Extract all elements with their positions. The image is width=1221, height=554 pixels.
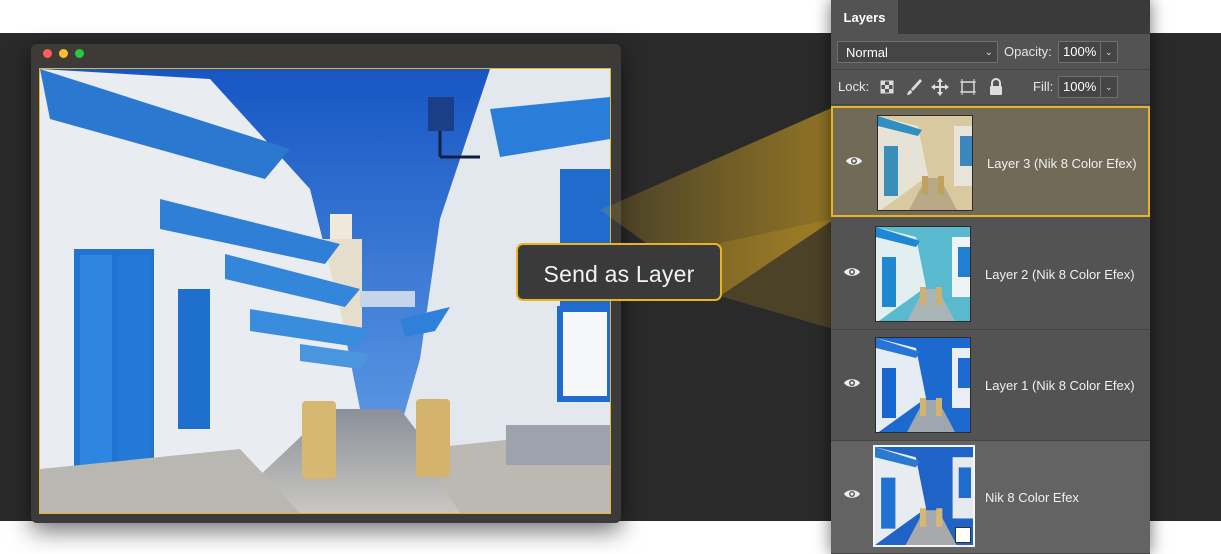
close-window-button[interactable] — [43, 49, 52, 58]
layer-thumbnail — [875, 226, 971, 322]
fill-value: 100% — [1063, 79, 1097, 94]
opacity-value: 100% — [1063, 44, 1097, 59]
layer-thumbnail — [877, 115, 973, 211]
layer-row[interactable]: Nik 8 Color Efex — [831, 441, 1150, 554]
zoom-window-button[interactable] — [75, 49, 84, 58]
eye-icon[interactable] — [843, 265, 861, 279]
eye-icon[interactable] — [843, 487, 861, 501]
lock-artboard-icon[interactable] — [957, 76, 979, 98]
layer-name: Layer 2 (Nik 8 Color Efex) — [985, 267, 1135, 282]
layers-panel: Layers Normal ⌄ Opacity: 100% ⌄ Lock: Fi… — [831, 0, 1150, 554]
layer-thumbnail — [873, 445, 975, 547]
blend-mode-select[interactable]: Normal ⌄ — [837, 41, 998, 63]
layer-name: Nik 8 Color Efex — [985, 490, 1079, 505]
send-as-layer-button[interactable]: Send as Layer — [516, 243, 722, 301]
layer-row[interactable]: Layer 3 (Nik 8 Color Efex) — [831, 106, 1150, 217]
eye-icon[interactable] — [843, 376, 861, 390]
blend-mode-value: Normal — [846, 45, 888, 60]
layer-name: Layer 3 (Nik 8 Color Efex) — [987, 156, 1137, 171]
window-titlebar — [31, 44, 621, 63]
chevron-down-icon: ⌄ — [984, 47, 993, 58]
fill-field[interactable]: 100% ⌄ — [1058, 76, 1118, 98]
lock-fill-row: Lock: Fill: 100% ⌄ — [831, 70, 1150, 105]
lock-transparent-pixels-icon[interactable] — [877, 76, 899, 98]
tab-layers[interactable]: Layers — [831, 0, 898, 34]
panel-tabbar: Layers — [831, 0, 1150, 34]
smart-object-icon — [955, 527, 971, 543]
opacity-field[interactable]: 100% ⌄ — [1058, 41, 1118, 63]
lock-all-icon[interactable] — [985, 76, 1007, 98]
lock-position-icon[interactable] — [929, 76, 951, 98]
fill-label: Fill: — [1033, 79, 1054, 94]
fill-dropdown[interactable]: ⌄ — [1100, 76, 1118, 98]
minimize-window-button[interactable] — [59, 49, 68, 58]
lock-image-pixels-icon[interactable] — [903, 76, 925, 98]
chevron-down-icon: ⌄ — [1105, 47, 1113, 57]
lock-label: Lock: — [838, 79, 870, 94]
opacity-label: Opacity: — [1004, 44, 1052, 59]
layer-row[interactable]: Layer 2 (Nik 8 Color Efex) — [831, 219, 1150, 330]
blend-opacity-row: Normal ⌄ Opacity: 100% ⌄ — [831, 35, 1150, 70]
chevron-down-icon: ⌄ — [1105, 82, 1113, 92]
layer-name: Layer 1 (Nik 8 Color Efex) — [985, 378, 1135, 393]
eye-icon[interactable] — [845, 154, 863, 168]
layer-row[interactable]: Layer 1 (Nik 8 Color Efex) — [831, 330, 1150, 441]
opacity-dropdown[interactable]: ⌄ — [1100, 41, 1118, 63]
layer-thumbnail — [875, 337, 971, 433]
